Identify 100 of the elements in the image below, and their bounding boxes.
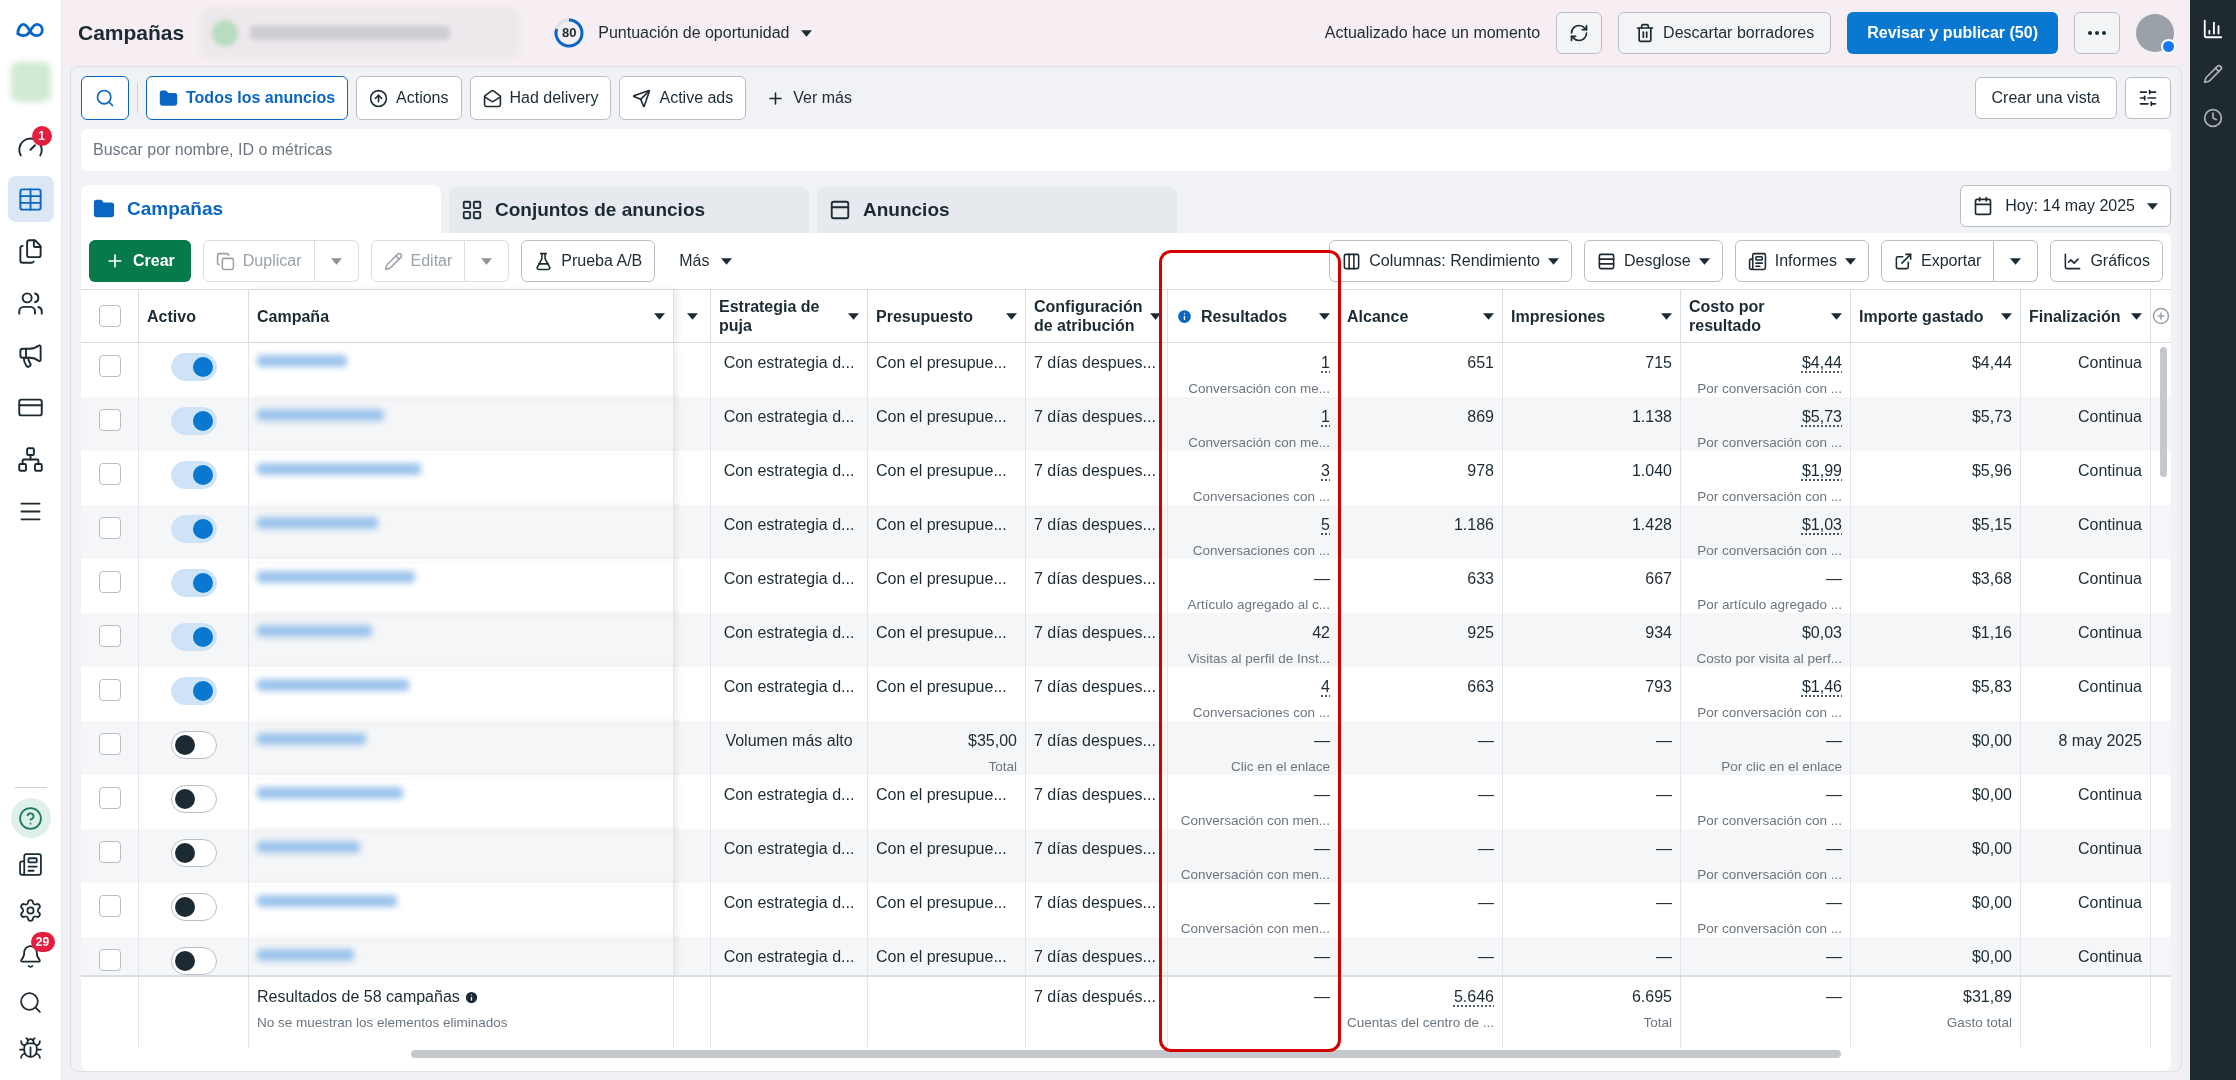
column-header[interactable]: Costo por resultado <box>1689 297 1823 335</box>
settings-button[interactable] <box>2125 77 2171 119</box>
help-icon <box>18 805 43 831</box>
row-checkbox[interactable] <box>98 895 121 917</box>
toggle-switch[interactable] <box>170 731 217 759</box>
column-header[interactable]: Resultados <box>1201 306 1311 326</box>
toggle-switch[interactable] <box>170 461 217 489</box>
toggle-switch[interactable] <box>170 569 217 597</box>
select-all-checkbox[interactable] <box>98 305 121 327</box>
row-checkbox[interactable] <box>98 355 121 377</box>
metric-value: $0,03 <box>1801 623 1842 643</box>
search-button[interactable] <box>81 76 129 120</box>
row-checkbox[interactable] <box>98 463 121 485</box>
filter-chip[interactable]: Had delivery <box>469 76 612 120</box>
toolbar-button[interactable]: Informes <box>1734 240 1869 282</box>
column-header[interactable]: Impresiones <box>1511 306 1653 326</box>
row-checkbox[interactable] <box>98 679 121 701</box>
more-menu[interactable]: Más <box>667 240 745 282</box>
clock-icon[interactable] <box>2203 108 2223 128</box>
filter-chip[interactable]: Active ads <box>619 76 747 120</box>
tab[interactable]: Anuncios <box>817 187 1177 233</box>
bar-chart-icon[interactable] <box>2202 18 2224 40</box>
metric-value[interactable]: $1,99 <box>1801 459 1842 483</box>
row-checkbox[interactable] <box>98 733 121 755</box>
create-view-button[interactable]: Crear una vista <box>1974 77 2117 119</box>
metric-label: Conversación con me... <box>1188 434 1330 452</box>
metric-value[interactable]: $4,44 <box>1801 351 1842 375</box>
metric-value[interactable]: 1 <box>1321 351 1330 375</box>
toolbar-button[interactable]: Gráficos <box>2050 240 2163 282</box>
horizontal-scrollbar[interactable] <box>411 1050 1841 1058</box>
row-checkbox[interactable] <box>98 625 121 647</box>
refresh-button[interactable] <box>1556 12 1603 54</box>
metric-value[interactable]: $1,46 <box>1801 675 1842 699</box>
toggle-switch[interactable] <box>170 839 217 867</box>
row-checkbox[interactable] <box>98 841 121 863</box>
toolbar-button[interactable]: Exportar <box>1880 240 1995 282</box>
create-button[interactable]: Crear <box>89 240 191 282</box>
metric-label: Por conversación con ... <box>1697 380 1842 398</box>
end-date: Continua <box>2077 786 2142 803</box>
column-header[interactable]: Estrategia de puja <box>719 297 840 335</box>
tab[interactable]: Conjuntos de anuncios <box>449 187 809 233</box>
column-header[interactable]: Campaña <box>257 306 646 326</box>
filter-chip[interactable]: Todos los anuncios <box>146 76 349 120</box>
column-header[interactable]: Alcance <box>1347 306 1475 326</box>
filter-chip[interactable]: Actions <box>356 76 462 120</box>
pencil-icon[interactable] <box>2203 64 2223 84</box>
opportunity-score[interactable]: 80 Puntuación de oportunidad <box>552 16 813 50</box>
row-checkbox[interactable] <box>98 517 121 539</box>
column-header[interactable]: Finalización <box>2029 306 2123 326</box>
see-more-button[interactable]: Ver más <box>754 76 864 120</box>
metric-value[interactable]: $1,03 <box>1801 513 1842 537</box>
toggle-switch[interactable] <box>170 785 217 813</box>
toggle-switch[interactable] <box>170 353 217 381</box>
impressions-value: — <box>1656 732 1672 749</box>
row-checkbox[interactable] <box>98 571 121 593</box>
toolbar-button[interactable]: Desglose <box>1584 240 1723 282</box>
discard-button[interactable]: Descartar borradores <box>1618 12 1832 54</box>
column-header[interactable]: Configuración de atribución <box>1034 297 1143 335</box>
metric-value: — <box>1314 569 1330 589</box>
caret-icon <box>801 29 813 37</box>
info-icon <box>1176 307 1193 325</box>
row-checkbox[interactable] <box>98 949 121 971</box>
column-header[interactable]: Importe gastado <box>1859 306 1993 326</box>
impressions-value: — <box>1656 786 1672 803</box>
metric-value[interactable]: $5,73 <box>1801 405 1842 429</box>
dropdown-button[interactable] <box>1994 240 2039 282</box>
caret-icon <box>1661 312 1672 320</box>
metric-value[interactable]: 3 <box>1321 459 1330 483</box>
metric-value[interactable]: 5 <box>1321 513 1330 537</box>
metric-value[interactable]: 4 <box>1321 675 1330 699</box>
amount-spent: $4,44 <box>1971 354 2012 371</box>
toggle-switch[interactable] <box>170 623 217 651</box>
search-field[interactable]: Buscar por nombre, ID o métricas <box>81 129 2171 171</box>
toggle-switch[interactable] <box>170 893 217 921</box>
results-summary: Resultados de 58 campañas <box>257 987 460 1007</box>
row-checkbox[interactable] <box>98 787 121 809</box>
column-header[interactable]: Presupuesto <box>876 306 998 326</box>
sidebar-item[interactable]: 1 <box>7 124 54 170</box>
attribution-setting: 7 días despues... <box>1034 840 1156 857</box>
toolbar-button[interactable]: Columnas: Rendimiento <box>1329 240 1572 282</box>
date-picker[interactable]: Hoy: 14 may 2025 <box>1960 185 2171 227</box>
metric-value: $31,89 <box>1963 987 2012 1007</box>
toggle-switch[interactable] <box>170 407 217 435</box>
more-button[interactable] <box>2074 12 2120 54</box>
metric-value[interactable]: 1 <box>1321 405 1330 429</box>
toggle-switch[interactable] <box>170 677 217 705</box>
toggle-switch[interactable] <box>170 947 217 975</box>
reach-value: 869 <box>1467 408 1494 425</box>
toolbar-button[interactable]: Prueba A/B <box>521 240 656 282</box>
copy-icon <box>215 251 235 271</box>
publish-button[interactable]: Revisar y publicar (50) <box>1847 12 2058 54</box>
caret-icon <box>1698 257 1710 265</box>
toggle-switch[interactable] <box>170 515 217 543</box>
metric-value[interactable]: 5.646 <box>1453 985 1494 1009</box>
tab[interactable]: Campañas <box>81 185 441 233</box>
column-header[interactable]: Activo <box>147 306 240 326</box>
avatar[interactable] <box>2136 14 2174 52</box>
row-checkbox[interactable] <box>98 409 121 431</box>
scrollbar-thumb[interactable] <box>2160 347 2167 477</box>
add-column-icon[interactable] <box>2152 307 2170 325</box>
